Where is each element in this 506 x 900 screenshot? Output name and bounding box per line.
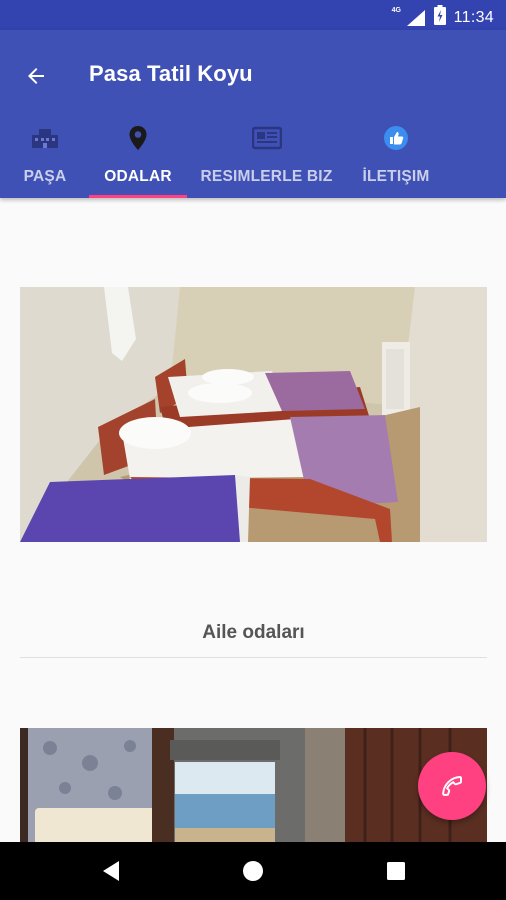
room-caption: Aile odaları: [202, 622, 305, 643]
nav-home-button[interactable]: [238, 856, 268, 886]
tab-label: PAŞA: [23, 168, 67, 185]
tab-label: RESIMLERLE BIZ: [200, 168, 333, 185]
status-time: 11:34: [453, 8, 494, 26]
tab-label: ODALAR: [104, 168, 172, 185]
newspaper-icon: [251, 118, 282, 158]
call-fab[interactable]: [418, 752, 486, 820]
room-photo[interactable]: [20, 728, 487, 842]
square-recents-icon: [387, 862, 405, 880]
app-title: Pasa Tatil Koyu: [89, 61, 253, 86]
nav-recents-button[interactable]: [381, 856, 411, 886]
app-screen: 4G 11:34 Pasa Tatil Koyu PAŞA ODALAR RES…: [0, 0, 506, 900]
network-type: 4G: [391, 6, 401, 14]
circle-home-icon: [243, 861, 263, 881]
app-bar: Pasa Tatil Koyu PAŞA ODALAR RESIMLERLE B…: [0, 30, 506, 198]
room-photo[interactable]: [20, 287, 487, 542]
location-pin-icon: [128, 118, 148, 158]
tab-resimlerle-biz[interactable]: RESIMLERLE BIZ: [201, 112, 332, 198]
back-button[interactable]: [18, 58, 54, 94]
battery-icon: [433, 5, 446, 30]
arrow-back-icon: [28, 68, 44, 84]
tab-pasa[interactable]: PAŞA: [22, 112, 68, 198]
hotel-icon: [30, 118, 60, 158]
rooms-list[interactable]: Aile odaları: [0, 198, 506, 842]
tab-label: İLETIŞIM: [362, 168, 430, 185]
phone-icon: [442, 776, 462, 796]
navigation-bar: [0, 842, 506, 900]
nav-back-button[interactable]: [96, 856, 126, 886]
status-icons: 4G 11:34: [392, 5, 494, 30]
status-bar: 4G 11:34: [0, 0, 506, 30]
divider: [20, 657, 487, 658]
tab-bar: PAŞA ODALAR RESIMLERLE BIZ İLETIŞIM: [0, 112, 506, 198]
tab-odalar[interactable]: ODALAR: [89, 112, 187, 198]
thumbs-up-icon: [383, 118, 409, 158]
tab-iletisim[interactable]: İLETIŞIM: [361, 112, 431, 198]
signal-icon: 4G: [392, 7, 426, 27]
triangle-back-icon: [103, 861, 119, 881]
